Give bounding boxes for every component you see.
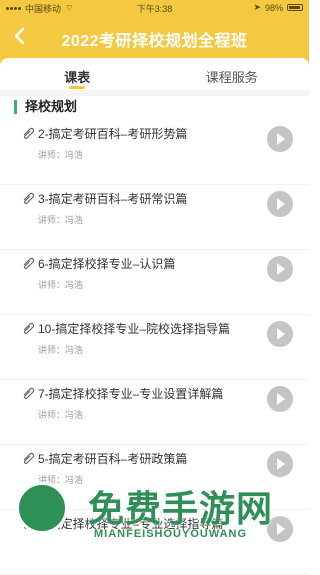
watermark: 免费手游网 MIANFEISHOUYOUWANG <box>8 480 308 550</box>
lesson-title: 2-搞定考研百科–考研形势篇 <box>38 127 188 141</box>
lesson-teacher: 讲师：冯浩 <box>38 215 84 225</box>
tab-schedule[interactable]: 课表 <box>0 58 155 90</box>
location-icon: ➤ <box>253 2 261 12</box>
paperclip-icon <box>23 452 35 464</box>
paperclip-icon <box>23 127 35 139</box>
status-bar: 中国移动 ⌔ 下午3:38 ➤ 98% <box>0 0 309 16</box>
play-button[interactable] <box>267 256 293 282</box>
watermark-subtext: MIANFEISHOUYOUWANG <box>94 528 248 540</box>
page-title: 2022考研择校规划全程班 <box>61 33 248 50</box>
section-title: 择校规划 <box>14 100 77 114</box>
lesson-title: 7-搞定择校择专业–专业设置详解篇 <box>38 387 224 401</box>
paperclip-icon <box>23 387 35 399</box>
lesson-item[interactable]: 2-搞定考研百科–考研形势篇 讲师：冯浩 <box>0 120 309 185</box>
lesson-item[interactable]: 10-搞定择校择专业–院校选择指导篇 讲师：冯浩 <box>0 315 309 380</box>
play-button[interactable] <box>267 386 293 412</box>
paperclip-icon <box>23 192 35 204</box>
lesson-teacher: 讲师：冯浩 <box>38 150 84 160</box>
lesson-title: 3-搞定考研百科–考研常识篇 <box>38 192 188 206</box>
lesson-teacher: 讲师：冯浩 <box>38 410 84 420</box>
divider <box>0 90 309 96</box>
navigation-bar: 2022考研择校规划全程班 <box>0 20 309 54</box>
tab-bar: 课表 课程服务 <box>0 58 309 90</box>
lesson-item[interactable]: 6-搞定择校择专业–认识篇 讲师：冯浩 <box>0 250 309 315</box>
lesson-title: 10-搞定择校择专业–院校选择指导篇 <box>38 322 231 336</box>
play-button[interactable] <box>267 126 293 152</box>
lesson-title: 6-搞定择校择专业–认识篇 <box>38 257 176 271</box>
paperclip-icon <box>23 322 35 334</box>
lesson-teacher: 讲师：冯浩 <box>38 280 84 290</box>
lesson-teacher: 讲师：冯浩 <box>38 345 84 355</box>
lesson-item[interactable]: 7-搞定择校择专业–专业设置详解篇 讲师：冯浩 <box>0 380 309 445</box>
play-button[interactable] <box>267 451 293 477</box>
battery-icon <box>287 4 303 11</box>
play-button[interactable] <box>267 321 293 347</box>
chevron-left-icon <box>14 27 25 45</box>
battery-percent: 98% <box>264 2 283 13</box>
lesson-title: 5-搞定考研百科–考研政策篇 <box>38 452 188 466</box>
paperclip-icon <box>23 257 35 269</box>
watermark-logo-icon <box>16 482 68 534</box>
lesson-item[interactable]: 3-搞定考研百科–考研常识篇 讲师：冯浩 <box>0 185 309 250</box>
tab-course-service[interactable]: 课程服务 <box>155 58 310 90</box>
back-button[interactable] <box>10 26 30 46</box>
play-button[interactable] <box>267 191 293 217</box>
watermark-text: 免费手游网 <box>88 488 274 529</box>
